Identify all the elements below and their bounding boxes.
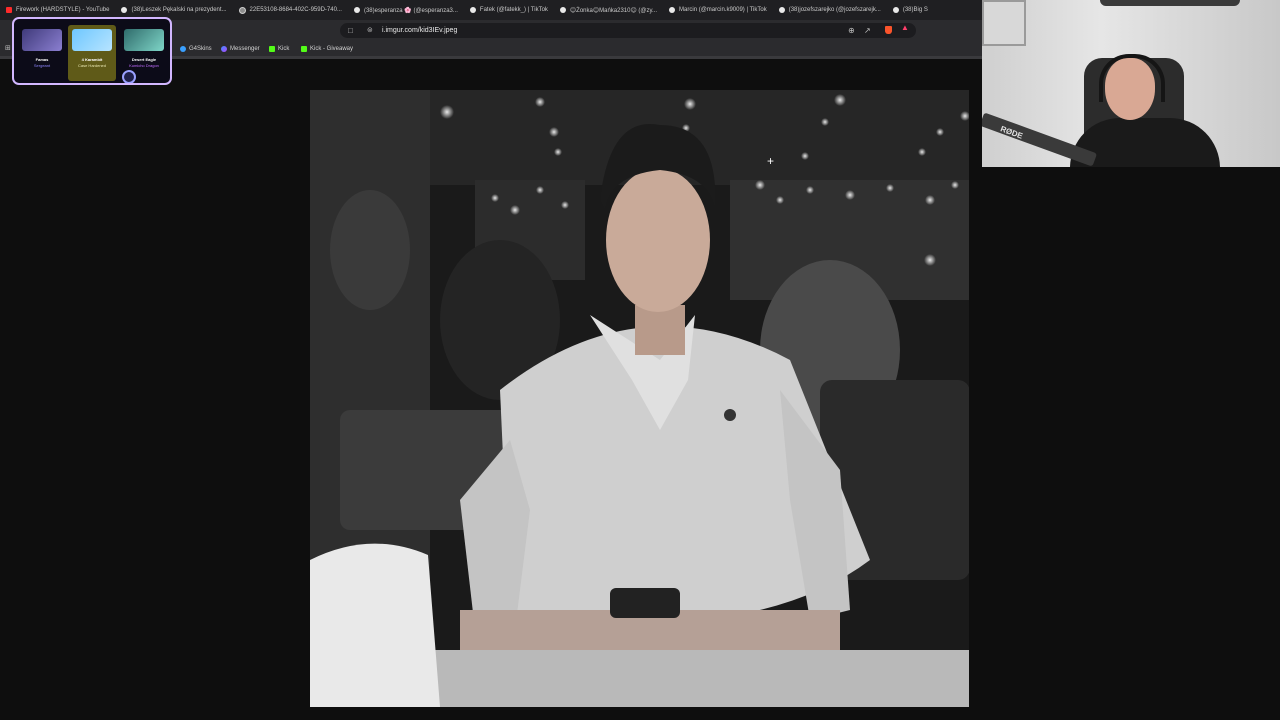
- tab-label: Firework (HARDSTYLE) - YouTube: [16, 7, 110, 13]
- tiktok-icon: [892, 7, 899, 13]
- tab-label: Fatek (@fatekk_) | TikTok: [479, 7, 548, 13]
- youtube-icon: [6, 7, 12, 13]
- photo-illustration: [310, 90, 969, 707]
- ceiling-lamp: [1100, 0, 1240, 6]
- bookmark-label: Messenger: [230, 45, 260, 52]
- zoom-icon[interactable]: ⊕: [848, 23, 855, 38]
- bookmark-label: Kick - Giveaway: [310, 45, 354, 52]
- globe-icon: [238, 6, 246, 14]
- tab-label: Marcin (@marcin.k9009) | TikTok: [679, 7, 767, 13]
- logo-icon: [122, 70, 136, 83]
- headphones-icon: [1099, 54, 1165, 102]
- case-item-selected: 4 Karambit Case Hardened: [68, 25, 116, 81]
- weapon-skin-image: [124, 29, 164, 51]
- case-item-rarity: Kumicho Dragon: [129, 63, 159, 68]
- tab-tiktok[interactable]: (38)jozefszarejko (@jozefszarejk...: [773, 0, 887, 20]
- bookmark-label: G4Skins: [189, 45, 212, 52]
- browser-window: Firework (HARDSTYLE) - YouTube (38)Lesze…: [0, 0, 982, 720]
- tab-label: (38)esperanza 🌸 (@esperanza3...: [363, 7, 458, 14]
- tiktok-icon: [669, 7, 676, 13]
- brave-shield-icon[interactable]: [885, 26, 892, 34]
- case-opening-overlay: Famas Sergeant 4 Karambit Case Hardened …: [12, 17, 172, 85]
- bookmark-label: Kick: [278, 45, 290, 52]
- tiktok-icon: [559, 7, 566, 13]
- bookmark-kick-giveaway[interactable]: Kick - Giveaway: [301, 41, 353, 56]
- tab-tiktok[interactable]: (38)Big S: [887, 0, 934, 20]
- tiktok-icon: [353, 7, 360, 13]
- bookmark-icon[interactable]: □: [348, 23, 353, 38]
- messenger-icon: [221, 45, 227, 52]
- bookmark-kick[interactable]: Kick: [269, 41, 289, 56]
- case-item-rarity: Case Hardened: [77, 63, 107, 68]
- share-icon[interactable]: ↗: [864, 23, 871, 38]
- tab-tiktok[interactable]: Fatek (@fatekk_) | TikTok: [464, 0, 554, 20]
- apps-icon[interactable]: ⊞: [5, 41, 11, 56]
- bookmark-g4skins[interactable]: G4Skins: [180, 41, 212, 56]
- bookmark-messenger[interactable]: Messenger: [221, 41, 260, 56]
- url-text[interactable]: i.imgur.com/kid3IEv.jpeg: [382, 23, 457, 38]
- weapon-skin-image: [72, 29, 112, 51]
- tab-tiktok[interactable]: 😊Żonka😊Mańka2310😊 (@zy...: [554, 0, 663, 20]
- tab-label: (38)Big S: [902, 7, 928, 13]
- webcam-feed: RØDE: [982, 0, 1280, 167]
- viewed-image[interactable]: [310, 90, 969, 707]
- tab-label: (38)jozefszarejko (@jozefszarejk...: [788, 7, 881, 13]
- site-info-icon[interactable]: ⊜: [367, 23, 373, 38]
- tab-tiktok[interactable]: Marcin (@marcin.k9009) | TikTok: [663, 0, 773, 20]
- tab-image[interactable]: 22E53108-8684-402C-959D-740...: [233, 0, 348, 20]
- case-item: Famas Sergeant: [18, 25, 66, 81]
- tab-tiktok[interactable]: (38)esperanza 🌸 (@esperanza3...: [348, 0, 464, 20]
- tiktok-icon: [469, 7, 476, 13]
- stream-background: [982, 167, 1280, 720]
- url-field[interactable]: □ ⊜ i.imgur.com/kid3IEv.jpeg ⊕ ↗ ▲: [340, 23, 916, 38]
- weapon-skin-image: [22, 29, 62, 51]
- kick-icon: [269, 45, 275, 52]
- rewards-icon[interactable]: ▲: [901, 23, 909, 32]
- kick-icon: [301, 45, 307, 52]
- tab-label: 😊Żonka😊Mańka2310😊 (@zy...: [569, 7, 658, 14]
- tab-label: (38)Leszek Pękalski na prezydent...: [131, 7, 227, 13]
- tiktok-icon: [121, 7, 128, 13]
- g4skins-icon: [180, 45, 186, 52]
- crosshair-cursor-icon: +: [767, 154, 775, 168]
- tab-label: 22E53108-8684-402C-959D-740...: [249, 7, 342, 13]
- tiktok-icon: [778, 7, 785, 13]
- case-item-rarity: Sergeant: [33, 63, 51, 68]
- wall-picture-frame: [982, 0, 1026, 46]
